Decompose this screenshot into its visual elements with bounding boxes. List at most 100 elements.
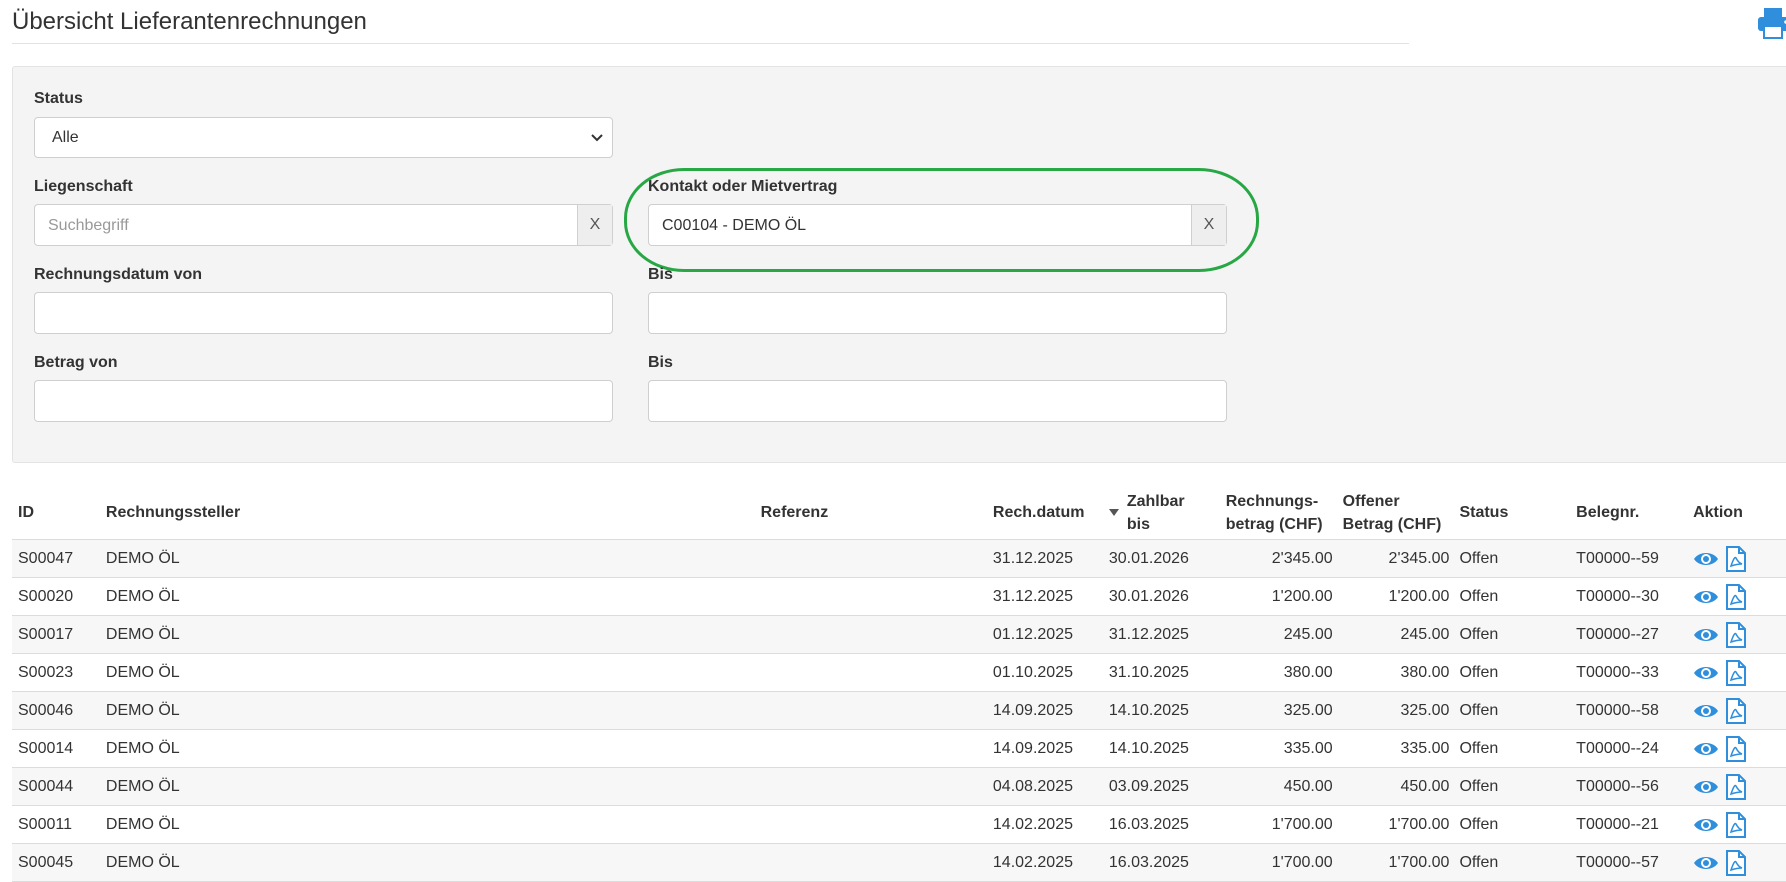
cell-offen: 325.00 xyxy=(1336,691,1454,730)
cell-id: S00023 xyxy=(12,653,100,692)
cell-betrag: 2'345.00 xyxy=(1219,539,1337,578)
eye-icon[interactable] xyxy=(1693,550,1719,568)
table-row[interactable]: S00044 DEMO ÖL 04.08.2025 03.09.2025 450… xyxy=(12,767,1786,806)
cell-belegnr: T00000--24 xyxy=(1570,729,1688,768)
cell-offen: 380.00 xyxy=(1336,653,1454,692)
cell-betrag: 380.00 xyxy=(1219,653,1337,692)
cell-status: Offen xyxy=(1453,653,1571,692)
cell-referenz xyxy=(754,805,987,844)
col-offen[interactable]: Offener Betrag (CHF) xyxy=(1336,486,1454,540)
cell-referenz xyxy=(754,843,987,882)
pdf-icon[interactable] xyxy=(1725,659,1747,686)
cell-belegnr: T00000--33 xyxy=(1570,653,1688,692)
betrag-von-input[interactable] xyxy=(34,380,613,422)
col-zahlbar-line1: Zahlbar xyxy=(1126,492,1185,510)
col-betrag[interactable]: Rechnungs-betrag (CHF) xyxy=(1219,486,1337,540)
cell-referenz xyxy=(754,577,987,616)
table-row[interactable]: S00023 DEMO ÖL 01.10.2025 31.10.2025 380… xyxy=(12,653,1786,692)
cell-status: Offen xyxy=(1453,577,1571,616)
print-icon[interactable] xyxy=(1756,6,1786,40)
cell-id: S00044 xyxy=(12,767,100,806)
eye-icon[interactable] xyxy=(1693,664,1719,682)
cell-rechnungssteller: DEMO ÖL xyxy=(99,577,755,616)
cell-zahlbar: 16.03.2025 xyxy=(1102,805,1220,844)
eye-icon[interactable] xyxy=(1693,588,1719,606)
cell-aktion xyxy=(1687,577,1786,616)
status-label: Status xyxy=(34,90,83,107)
cell-rechnungssteller: DEMO ÖL xyxy=(99,843,755,882)
pdf-icon[interactable] xyxy=(1725,583,1747,610)
col-offen-line2: Betrag (CHF) xyxy=(1342,515,1442,533)
table-row[interactable]: S00017 DEMO ÖL 01.12.2025 31.12.2025 245… xyxy=(12,615,1786,654)
cell-zahlbar: 31.10.2025 xyxy=(1102,653,1220,692)
pdf-icon[interactable] xyxy=(1725,811,1747,838)
cell-betrag: 325.00 xyxy=(1219,691,1337,730)
cell-status: Offen xyxy=(1453,767,1571,806)
rechnungsdatum-von-label: Rechnungsdatum von xyxy=(34,266,203,283)
cell-status: Offen xyxy=(1453,843,1571,882)
col-aktion: Aktion xyxy=(1687,486,1786,540)
col-betrag-line1: Rechnungs- xyxy=(1225,492,1319,510)
cell-offen: 245.00 xyxy=(1336,615,1454,654)
cell-betrag: 1'700.00 xyxy=(1219,805,1337,844)
cell-aktion xyxy=(1687,767,1786,806)
col-belegnr[interactable]: Belegnr. xyxy=(1570,486,1688,540)
invoice-table: ID Rechnungssteller Referenz Rech.datum … xyxy=(12,486,1786,882)
table-row[interactable]: S00020 DEMO ÖL 31.12.2025 30.01.2026 1'2… xyxy=(12,577,1786,616)
cell-status: Offen xyxy=(1453,615,1571,654)
cell-referenz xyxy=(754,539,987,578)
cell-belegnr: T00000--58 xyxy=(1570,691,1688,730)
pdf-icon[interactable] xyxy=(1725,735,1747,762)
cell-aktion xyxy=(1687,729,1786,768)
table-row[interactable]: S00011 DEMO ÖL 14.02.2025 16.03.2025 1'7… xyxy=(12,805,1786,844)
col-rechdatum[interactable]: Rech.datum xyxy=(986,486,1103,540)
liegenschaft-input[interactable]: Suchbegriff X xyxy=(34,204,613,246)
cell-rechnungssteller: DEMO ÖL xyxy=(99,539,755,578)
pdf-icon[interactable] xyxy=(1725,849,1747,876)
cell-id: S00017 xyxy=(12,615,100,654)
cell-id: S00014 xyxy=(12,729,100,768)
pdf-icon[interactable] xyxy=(1725,545,1747,572)
cell-belegnr: T00000--56 xyxy=(1570,767,1688,806)
cell-aktion xyxy=(1687,691,1786,730)
cell-offen: 2'345.00 xyxy=(1336,539,1454,578)
cell-status: Offen xyxy=(1453,805,1571,844)
eye-icon[interactable] xyxy=(1693,740,1719,758)
col-rechnungssteller[interactable]: Rechnungssteller xyxy=(99,486,755,540)
cell-offen: 1'700.00 xyxy=(1336,805,1454,844)
sort-desc-icon xyxy=(1108,509,1119,516)
rechnungsdatum-bis-input[interactable] xyxy=(648,292,1227,334)
col-zahlbar[interactable]: Zahlbar bis xyxy=(1102,486,1220,540)
cell-aktion xyxy=(1687,805,1786,844)
col-id[interactable]: ID xyxy=(12,486,100,540)
eye-icon[interactable] xyxy=(1693,702,1719,720)
cell-referenz xyxy=(754,653,987,692)
table-row[interactable]: S00046 DEMO ÖL 14.09.2025 14.10.2025 325… xyxy=(12,691,1786,730)
cell-belegnr: T00000--59 xyxy=(1570,539,1688,578)
cell-rechnungssteller: DEMO ÖL xyxy=(99,767,755,806)
eye-icon[interactable] xyxy=(1693,626,1719,644)
liegenschaft-clear-button[interactable]: X xyxy=(577,205,612,245)
betrag-bis-input[interactable] xyxy=(648,380,1227,422)
rechnungsdatum-von-input[interactable] xyxy=(34,292,613,334)
pdf-icon[interactable] xyxy=(1725,773,1747,800)
cell-betrag: 1'200.00 xyxy=(1219,577,1337,616)
pdf-icon[interactable] xyxy=(1725,697,1747,724)
table-row[interactable]: S00014 DEMO ÖL 14.09.2025 14.10.2025 335… xyxy=(12,729,1786,768)
col-referenz[interactable]: Referenz xyxy=(754,486,987,540)
pdf-icon[interactable] xyxy=(1725,621,1747,648)
cell-zahlbar: 16.03.2025 xyxy=(1102,843,1220,882)
col-status[interactable]: Status xyxy=(1453,486,1571,540)
cell-rechdatum: 01.12.2025 xyxy=(986,615,1103,654)
col-betrag-line2: betrag (CHF) xyxy=(1225,515,1323,533)
cell-referenz xyxy=(754,691,987,730)
cell-id: S00047 xyxy=(12,539,100,578)
eye-icon[interactable] xyxy=(1693,778,1719,796)
cell-aktion xyxy=(1687,843,1786,882)
table-row[interactable]: S00045 DEMO ÖL 14.02.2025 16.03.2025 1'7… xyxy=(12,843,1786,882)
status-select[interactable]: Alle xyxy=(34,117,613,158)
eye-icon[interactable] xyxy=(1693,854,1719,872)
eye-icon[interactable] xyxy=(1693,816,1719,834)
table-row[interactable]: S00047 DEMO ÖL 31.12.2025 30.01.2026 2'3… xyxy=(12,539,1786,578)
cell-betrag: 335.00 xyxy=(1219,729,1337,768)
